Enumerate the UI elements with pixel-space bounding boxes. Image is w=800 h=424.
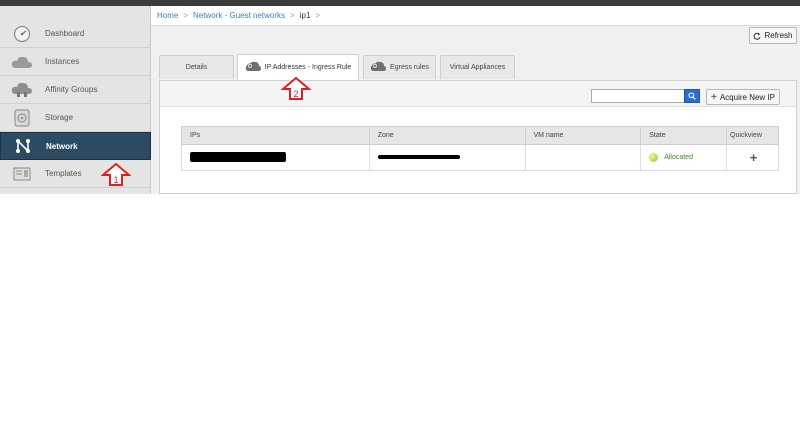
allocated-status-icon	[649, 153, 659, 162]
column-header-zone[interactable]: Zone	[368, 126, 526, 145]
breadcrumb-separator: >	[315, 11, 321, 20]
cloud-icon	[10, 53, 34, 71]
annotation-number-1: 1	[113, 175, 118, 185]
breadcrumb: Home > Network - Guest networks > ip1 >	[151, 6, 800, 26]
sidebar-item-storage[interactable]: Storage	[0, 104, 151, 132]
state-label: Allocated	[664, 154, 693, 161]
breadcrumb-current: ip1	[299, 11, 311, 20]
tab-label: Virtual Appliances	[449, 64, 506, 71]
breadcrumb-separator: >	[290, 11, 295, 20]
redacted-ip	[190, 151, 286, 162]
column-header-quickview[interactable]: Quickview	[726, 126, 779, 145]
sidebar-item-instances[interactable]: Instances	[0, 48, 151, 76]
tab-label: IP Addresses - Ingress Rule	[264, 64, 352, 71]
breadcrumb-home-link[interactable]: Home	[157, 11, 178, 20]
cell-vm-name	[524, 144, 642, 171]
network-icon	[11, 137, 35, 155]
breadcrumb-separator: >	[183, 11, 189, 20]
app-window: Dashboard Instances Affinity Groups Stor…	[0, 6, 800, 194]
plus-icon: +	[711, 91, 717, 103]
template-icon	[10, 165, 34, 183]
tab-virtual-appliances[interactable]: Virtual Appliances	[440, 55, 515, 79]
column-header-vm-name[interactable]: VM name	[524, 126, 642, 145]
search-input[interactable]	[591, 89, 685, 103]
acquire-label: Acquire New IP	[719, 92, 775, 102]
tab-label: Details	[185, 64, 208, 71]
sidebar-item-network[interactable]: Network	[0, 132, 151, 160]
cell-ip[interactable]	[181, 144, 370, 171]
tab-egress-rules[interactable]: Egress rules	[363, 55, 436, 79]
sidebar-item-label: Dashboard	[45, 29, 85, 38]
refresh-label: Refresh	[764, 31, 793, 40]
sidebar-item-label: Instances	[45, 57, 80, 66]
affinity-cloud-icon	[10, 81, 34, 99]
tab-label: Egress rules	[390, 64, 429, 71]
search-icon	[688, 92, 696, 100]
breadcrumb-network-link[interactable]: Network - Guest networks	[193, 11, 285, 20]
egress-tab-icon	[370, 61, 387, 74]
sidebar-item-label: Affinity Groups	[45, 85, 98, 94]
sidebar-item-label: Network	[46, 141, 78, 151]
storage-disk-icon	[10, 109, 34, 127]
search-button[interactable]	[684, 89, 700, 103]
table-header-row: IPs Zone VM name State Quickview	[181, 126, 779, 145]
tab-details[interactable]: Details	[159, 55, 234, 79]
redacted-zone	[377, 155, 460, 159]
panel-toolbar	[160, 81, 796, 107]
acquire-new-ip-button[interactable]: + Acquire New IP	[706, 89, 780, 105]
sidebar-item-dashboard[interactable]: Dashboard	[0, 20, 151, 48]
annotation-arrow-1: 1	[100, 162, 132, 189]
table-row[interactable]: Allocated +	[181, 144, 779, 171]
main-content: Home > Network - Guest networks > ip1 > …	[151, 6, 800, 194]
refresh-button[interactable]: Refresh	[749, 27, 797, 44]
dashboard-gauge-icon	[10, 25, 34, 43]
column-header-state[interactable]: State	[640, 126, 728, 145]
sidebar-item-affinity-groups[interactable]: Affinity Groups	[0, 76, 151, 104]
sidebar-item-label: Storage	[45, 113, 74, 122]
cell-state: Allocated	[640, 144, 728, 171]
sidebar-item-label: Templates	[45, 169, 82, 178]
column-header-ips[interactable]: IPs	[181, 126, 370, 145]
cell-quickview[interactable]: +	[726, 144, 779, 171]
ip-table: IPs Zone VM name State Quickview Allocat…	[181, 126, 779, 171]
quickview-plus-icon[interactable]: +	[735, 150, 778, 165]
refresh-icon	[754, 32, 761, 40]
cell-zone	[368, 144, 526, 171]
annotation-number-2: 2	[293, 89, 298, 99]
annotation-arrow-2: 2	[280, 76, 312, 103]
ip-tab-icon	[245, 61, 261, 74]
ip-address-panel: + Acquire New IP IPs Zone VM name State …	[159, 80, 797, 194]
